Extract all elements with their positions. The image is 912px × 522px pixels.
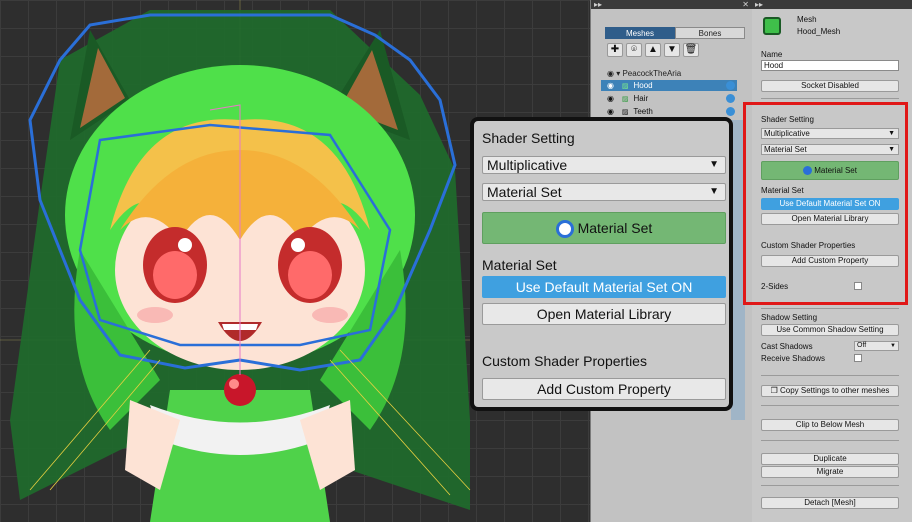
tree-item-hood[interactable]: ◉ ▨ Hood xyxy=(601,80,737,91)
duplicate-button[interactable]: Duplicate xyxy=(761,453,899,465)
zoom-shader-mode-select[interactable]: Multiplicative ▼ xyxy=(482,156,726,174)
chevron-down-icon: ▼ xyxy=(709,159,719,170)
trash-icon[interactable]: 🗑 xyxy=(683,43,699,57)
zoom-shader-mode-value: Multiplicative xyxy=(487,157,568,173)
cast-shadows-value: Off xyxy=(857,342,867,349)
add-icon[interactable]: ✚ xyxy=(607,43,623,57)
mesh-icon: ▨ xyxy=(621,83,629,90)
chevron-down-icon: ▼ xyxy=(890,343,896,349)
socket-button[interactable]: Socket Disabled xyxy=(761,80,899,92)
hierarchy-toolbar: ✚ ⌾ ▲ ▼ 🗑 xyxy=(607,43,699,57)
hierarchy-tabs: Meshes Bones xyxy=(605,27,745,39)
tree-item-teeth[interactable]: ◉ ▨ Teeth xyxy=(601,106,737,117)
header-name: Hood_Mesh xyxy=(797,27,841,36)
tree-item-label: Teeth xyxy=(633,107,653,116)
copy-settings-button[interactable]: ❐ Copy Settings to other meshes xyxy=(761,385,899,397)
receive-shadows-checkbox[interactable] xyxy=(854,354,862,362)
divider xyxy=(761,98,899,99)
layers-icon[interactable]: ⌾ xyxy=(626,43,642,57)
zoom-open-material-library-button[interactable]: Open Material Library xyxy=(482,303,726,325)
brooch xyxy=(224,374,256,406)
zoom-shader-setting-label: Shader Setting xyxy=(482,130,575,146)
zoom-material-set-value: Material Set xyxy=(487,184,562,200)
copy-icon: ❐ xyxy=(770,386,778,395)
cast-shadows-label: Cast Shadows xyxy=(761,342,813,351)
move-down-icon[interactable]: ▼ xyxy=(664,43,680,57)
mesh-icon: ▨ xyxy=(621,96,629,103)
material-icon xyxy=(726,81,735,90)
migrate-button[interactable]: Migrate xyxy=(761,466,899,478)
zoom-callout: Shader Setting Multiplicative ▼ Material… xyxy=(470,117,733,411)
panel-strip: ▸▸ ✕ xyxy=(591,0,752,9)
clip-to-below-mesh-button[interactable]: Clip to Below Mesh xyxy=(761,419,899,431)
divider xyxy=(761,485,899,486)
eye-icon[interactable]: ◉ xyxy=(607,93,617,104)
name-field[interactable]: Hood xyxy=(761,60,899,71)
material-icon xyxy=(555,220,574,239)
zoom-material-set-label: Material Set xyxy=(482,257,557,273)
zoom-use-default-material-button[interactable]: Use Default Material Set ON xyxy=(482,276,726,298)
dress xyxy=(150,390,330,522)
zoom-custom-props-label: Custom Shader Properties xyxy=(482,353,647,369)
use-common-shadow-button[interactable]: Use Common Shadow Setting xyxy=(761,324,899,336)
root-label: PeacockTheAria xyxy=(622,69,682,78)
zoom-add-custom-property-button[interactable]: Add Custom Property xyxy=(482,378,726,400)
cast-shadows-select[interactable]: Off ▼ xyxy=(854,341,899,351)
chevron-down-icon: ▼ xyxy=(709,186,719,197)
eye-icon[interactable]: ◉ xyxy=(607,80,617,91)
highlight-box xyxy=(743,102,908,305)
material-icon xyxy=(726,94,735,103)
divider xyxy=(761,308,899,309)
tab-meshes[interactable]: Meshes xyxy=(605,27,675,39)
copy-settings-label: Copy Settings to other meshes xyxy=(780,386,890,395)
visibility-icon[interactable]: ◉ xyxy=(607,69,614,78)
tree-item-hair[interactable]: ◉ ▨ Hair xyxy=(601,93,737,104)
close-icon[interactable]: ✕ xyxy=(742,0,749,9)
expand-icon[interactable]: ▾ xyxy=(616,69,620,78)
receive-shadows-label: Receive Shadows xyxy=(761,354,826,363)
mesh-icon xyxy=(763,17,781,35)
shadow-setting-label: Shadow Setting xyxy=(761,313,818,322)
detach-mesh-button[interactable]: Detach [Mesh] xyxy=(761,497,899,509)
move-up-icon[interactable]: ▲ xyxy=(645,43,661,57)
name-label: Name xyxy=(761,50,783,59)
tree-item-label: Hood xyxy=(633,81,653,90)
zoom-material-set-select[interactable]: Material Set ▼ xyxy=(482,183,726,201)
divider xyxy=(761,375,899,376)
material-icon xyxy=(726,107,735,116)
header-type: Mesh xyxy=(797,15,817,24)
divider xyxy=(761,405,899,406)
tab-bones[interactable]: Bones xyxy=(675,27,745,39)
zoom-material-set-button-label: Material Set xyxy=(577,220,653,236)
eye-icon[interactable]: ◉ xyxy=(607,106,617,117)
zoom-material-set-button[interactable]: Material Set xyxy=(482,212,726,244)
inspector-strip: ▸▸ xyxy=(752,0,912,9)
tree-item-label: Hair xyxy=(633,94,649,103)
divider xyxy=(761,440,899,441)
tree-root[interactable]: ◉ ▾ PeacockTheAria xyxy=(607,69,681,78)
